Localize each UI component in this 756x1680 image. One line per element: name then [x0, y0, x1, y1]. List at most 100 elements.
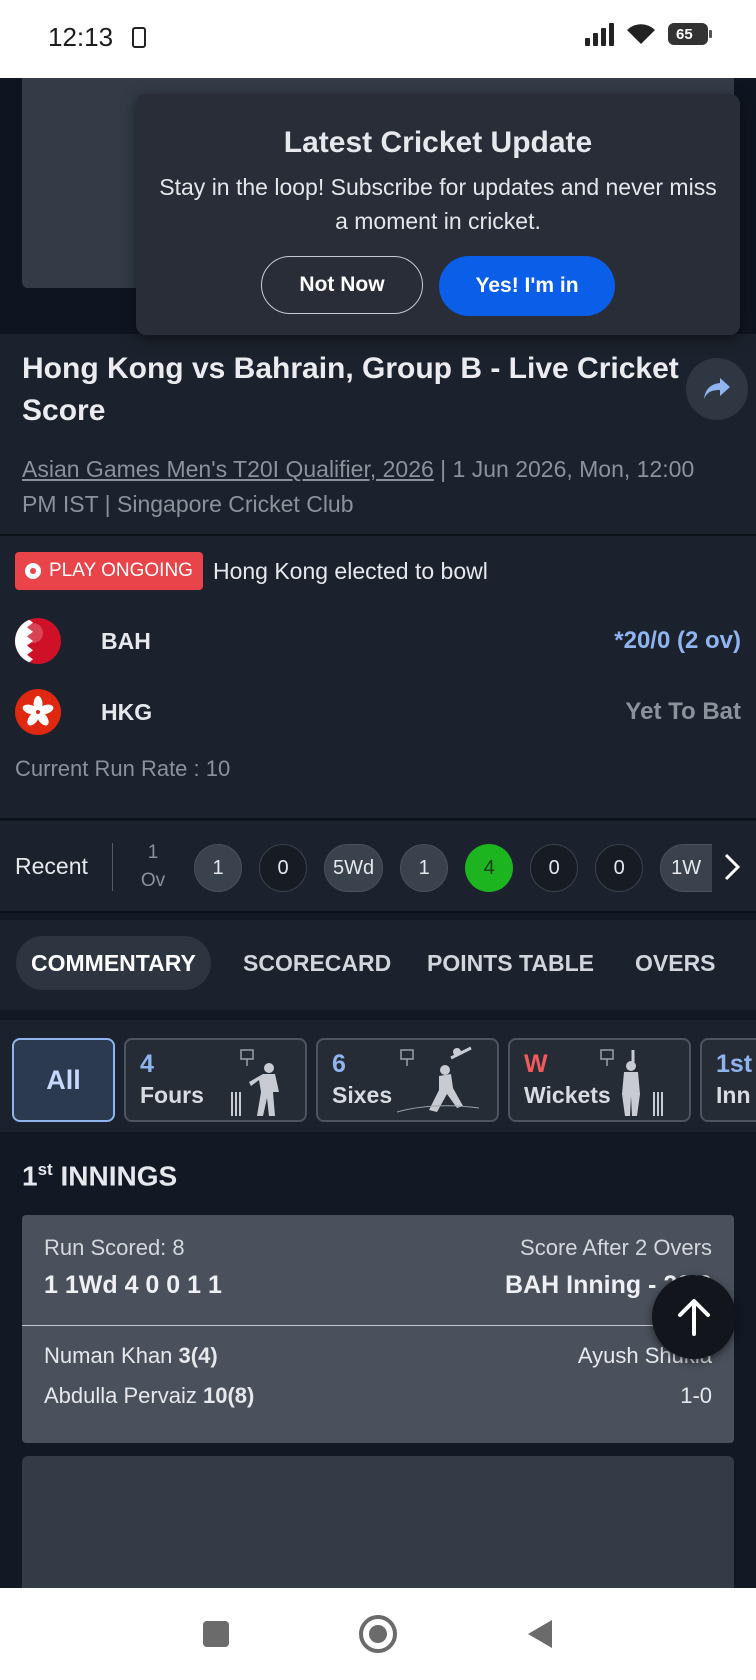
over-unit: Ov [140, 870, 166, 891]
match-header: Hong Kong vs Bahrain, Group B - Live Cri… [0, 334, 756, 536]
system-nav-bar [0, 1588, 756, 1680]
status-badge-label: PLAY ONGOING [49, 560, 193, 581]
ball-chip: 1 [400, 844, 449, 892]
filter-label: Inn [716, 1082, 751, 1108]
ball-sequence: 1 1Wd 4 0 0 1 1 [44, 1271, 222, 1299]
tab-scorecard[interactable]: SCORECARD [243, 936, 391, 990]
batter-icon [231, 1049, 279, 1116]
ball-chip: 0 [595, 844, 644, 892]
home-circle-icon [359, 1615, 397, 1653]
team-row-bah[interactable]: BAH *20/0 (2 ov) [15, 618, 741, 664]
ball-list: 1 0 5Wd 1 4 0 0 1W [194, 844, 721, 892]
bahrain-flag-icon [15, 618, 61, 664]
divider [22, 1325, 734, 1326]
over-number: 1 [147, 842, 159, 863]
hong-kong-flag-icon [15, 689, 61, 735]
live-dot-icon [25, 563, 41, 579]
batter-score: 10(8) [203, 1383, 255, 1408]
subscribe-yes-button[interactable]: Yes! I'm in [439, 256, 615, 316]
over-label: 1 Ov [136, 839, 170, 895]
ball-chip: 1 [194, 844, 242, 892]
ball-chip-boundary: 4 [465, 844, 514, 892]
tab-overs[interactable]: OVERS [635, 936, 716, 990]
status-time: 12:13 [48, 22, 114, 52]
filter-sixes[interactable]: 6 Sixes [316, 1038, 499, 1122]
team-name: HKG [101, 698, 153, 725]
filter-count: 6 [332, 1050, 346, 1078]
next-over-card [22, 1456, 734, 1588]
innings-label: INNINGS [60, 1160, 178, 1192]
arrow-up-icon [678, 1299, 710, 1336]
ball-chip: 0 [259, 844, 307, 892]
subscribe-popup: Latest Cricket Update Stay in the loop! … [136, 94, 740, 335]
signal-icon [585, 22, 614, 46]
popup-text: Stay in the loop! Subscribe for updates … [159, 174, 717, 234]
batter-shot-icon [396, 1046, 480, 1113]
phone-icon [132, 27, 146, 48]
recent-label: Recent [15, 853, 88, 879]
batter-score: 3(4) [178, 1343, 218, 1368]
tab-bar: COMMENTARY SCORECARD POINTS TABLE OVERS [0, 920, 756, 1010]
share-icon [704, 378, 730, 399]
over-summary-card: Run Scored: 8 1 1Wd 4 0 0 1 1 Score Afte… [22, 1215, 734, 1443]
team-score: Yet To Bat [625, 698, 741, 725]
commentary-filters: All 4 Fours 6 Sixes W Wickets 1st Inn [0, 1020, 756, 1132]
battery-level: 65 [676, 25, 693, 43]
not-now-button[interactable]: Not Now [261, 256, 423, 314]
wifi-icon [627, 24, 655, 44]
filter-fours[interactable]: 4 Fours [124, 1038, 307, 1122]
tab-commentary[interactable]: COMMENTARY [16, 936, 211, 990]
match-status-line: PLAY ONGOING Hong Kong elected to bowl [15, 552, 488, 590]
series-link[interactable]: Asian Games Men's T20I Qualifier, 2026 [22, 456, 434, 482]
ball-chip: 5Wd [324, 844, 384, 892]
status-icons: 65 [585, 22, 712, 46]
team-row-hkg[interactable]: HKG Yet To Bat [15, 689, 741, 735]
batter-name: Abdulla Pervaiz [44, 1383, 197, 1408]
scroll-top-button[interactable] [652, 1275, 736, 1359]
runs-scored-label: Run Scored: 8 [44, 1235, 185, 1260]
filter-count: W [524, 1050, 548, 1078]
score-after-label: Score After 2 Overs [520, 1235, 712, 1260]
back-button[interactable] [518, 1612, 562, 1656]
bowler-figures: 1-0 [680, 1383, 712, 1408]
popup-actions: Not Now Yes! I'm in [136, 256, 740, 316]
innings-suffix: st [37, 1160, 53, 1179]
innings-heading: 1st INNINGS [22, 1160, 177, 1192]
filter-innings[interactable]: 1st Inn [700, 1038, 756, 1122]
square-icon [203, 1621, 229, 1647]
current-run-rate: Current Run Rate : 10 [15, 756, 231, 781]
back-triangle-icon [528, 1620, 552, 1648]
filter-label: Fours [140, 1082, 204, 1108]
over-runs: Run Scored: 8 1 1Wd 4 0 0 1 1 [44, 1235, 222, 1300]
status-bar: 12:13 65 [0, 0, 756, 78]
share-button[interactable] [686, 358, 748, 420]
scoreboard: PLAY ONGOING Hong Kong elected to bowl B… [0, 536, 756, 820]
batter-line: Numan Khan 3(4) [44, 1343, 218, 1369]
match-meta: Asian Games Men's T20I Qualifier, 2026 |… [22, 452, 722, 522]
chevron-right-icon [724, 853, 741, 881]
page-content: Latest Cricket Update Stay in the loop! … [0, 78, 756, 1588]
umpire-icon [600, 1049, 663, 1116]
home-button[interactable] [356, 1612, 400, 1656]
status-badge: PLAY ONGOING [15, 552, 203, 590]
tab-points-table[interactable]: POINTS TABLE [427, 936, 594, 990]
filter-wickets[interactable]: W Wickets [508, 1038, 691, 1122]
filter-label: Sixes [332, 1082, 393, 1108]
filter-count: 1st [716, 1050, 753, 1078]
team-name: BAH [101, 627, 151, 654]
page-title: Hong Kong vs Bahrain, Group B - Live Cri… [22, 352, 679, 427]
toss-text: Hong Kong elected to bowl [212, 557, 488, 584]
ball-chip: 0 [530, 844, 579, 892]
batter-name: Numan Khan [44, 1343, 173, 1368]
recent-balls-bar: Recent 1 Ov 1 0 5Wd 1 4 0 0 1W [0, 821, 756, 913]
batter-line: Abdulla Pervaiz 10(8) [44, 1383, 254, 1409]
filter-all[interactable]: All [12, 1038, 115, 1122]
filter-count: 4 [140, 1050, 154, 1078]
recent-next-button[interactable] [712, 839, 752, 895]
divider [112, 843, 113, 891]
popup-title: Latest Cricket Update [283, 126, 593, 159]
recents-button[interactable] [194, 1612, 238, 1656]
innings-number: 1 [22, 1160, 38, 1192]
battery-icon: 65 [668, 23, 712, 45]
team-score: *20/0 (2 ov) [614, 627, 741, 654]
